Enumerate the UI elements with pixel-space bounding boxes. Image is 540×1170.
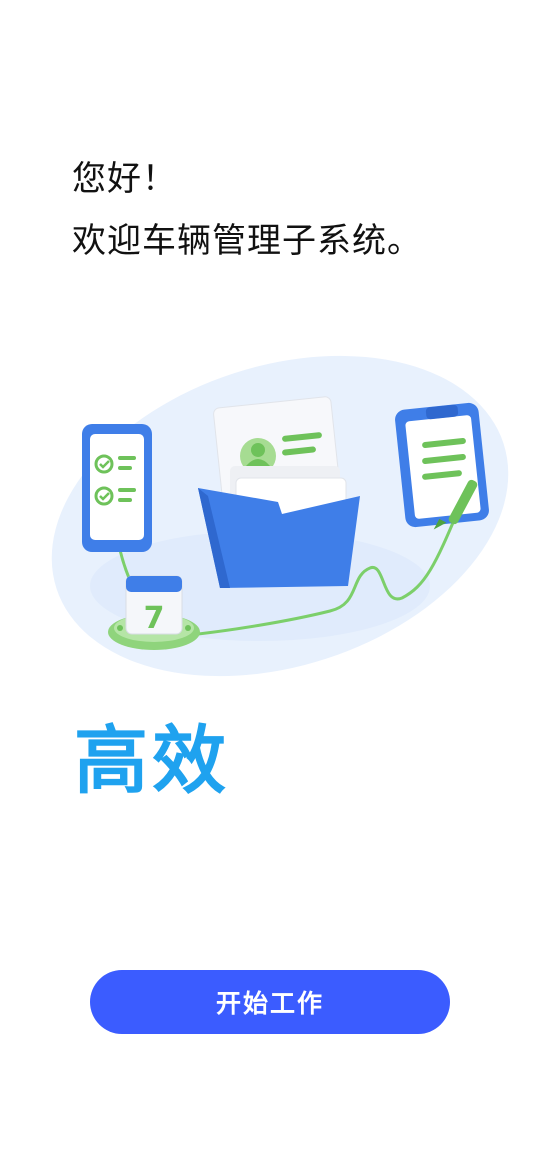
welcome-text: 您好！ 欢迎车辆管理子系统。 (72, 148, 422, 272)
slogan-text: 高效 (74, 718, 230, 804)
welcome-message: 欢迎车辆管理子系统。 (72, 221, 422, 261)
hero-illustration: 7 (30, 336, 510, 706)
clipboard-icon (395, 402, 489, 528)
welcome-hello: 您好！ (72, 159, 177, 199)
start-work-button[interactable]: 开始工作 (90, 970, 450, 1034)
calendar-day: 7 (144, 601, 165, 636)
phone-icon (82, 424, 152, 552)
